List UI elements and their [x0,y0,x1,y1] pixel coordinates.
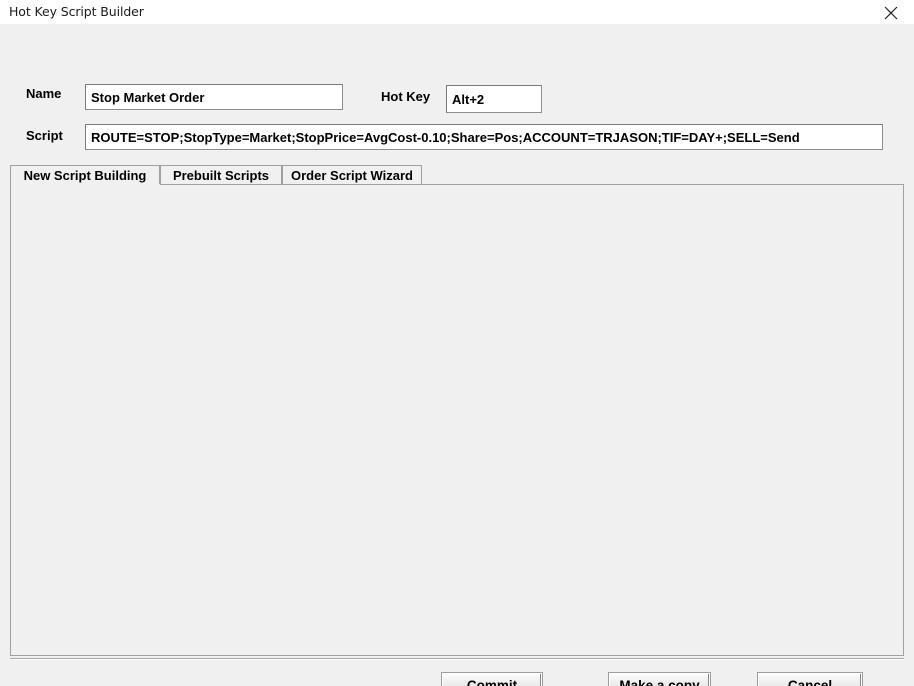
tab-label: New Script Building [24,168,147,183]
name-label: Name [26,86,61,101]
make-a-copy-button[interactable]: Make a copy [609,673,710,686]
window-title: Hot Key Script Builder [9,4,144,19]
tab-label: Order Script Wizard [291,168,413,183]
footer-divider [10,658,904,660]
tab-seam-mask [11,184,160,186]
hotkey-input[interactable]: Alt+2 [446,85,542,113]
tab-label: Prebuilt Scripts [173,168,269,183]
window-body: Name Stop Market Order Hot Key Alt+2 Scr… [0,24,914,686]
tab-content-panel [10,184,904,656]
script-label: Script [26,128,63,143]
close-button[interactable] [868,0,914,24]
cancel-button[interactable]: Cancel [758,673,862,686]
hot-key-script-builder-window: Hot Key Script Builder Name Stop Market … [0,0,914,686]
tab-order-script-wizard[interactable]: Order Script Wizard [282,165,422,185]
titlebar: Hot Key Script Builder [0,0,914,25]
name-input[interactable]: Stop Market Order [85,84,343,110]
tab-strip: New Script Building Prebuilt Scripts Ord… [10,165,904,185]
hotkey-label: Hot Key [381,89,430,104]
commit-button[interactable]: Commit [442,673,542,686]
script-input[interactable]: ROUTE=STOP;StopType=Market;StopPrice=Avg… [85,124,883,150]
tab-new-script-building[interactable]: New Script Building [10,165,160,185]
tab-prebuilt-scripts[interactable]: Prebuilt Scripts [160,165,282,185]
close-icon [884,6,898,20]
